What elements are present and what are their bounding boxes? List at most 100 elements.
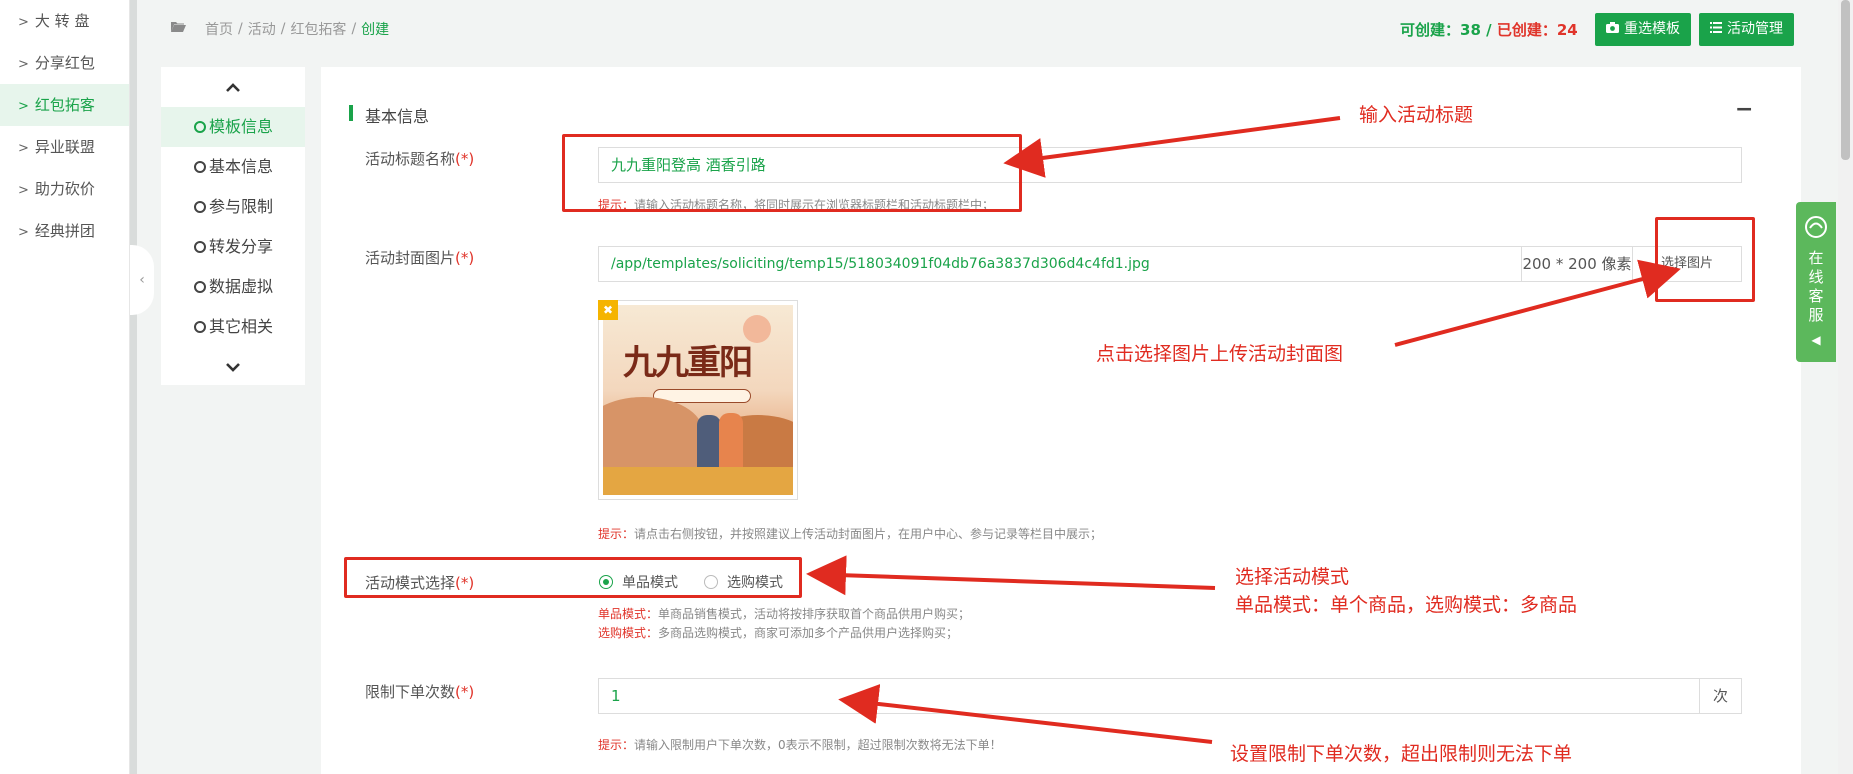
cover-image: 九九重阳 [603, 305, 793, 495]
cover-figure [719, 413, 743, 471]
cover-path-input[interactable]: /app/templates/soliciting/temp15/5180340… [598, 246, 1522, 282]
headset-icon [1796, 216, 1836, 243]
annotation-cover: 点击选择图片上传活动封面图 [1096, 343, 1344, 365]
annotation-mode-line1: 选择活动模式 [1235, 566, 1350, 588]
sidebar-item-label: 大 转 盘 [34, 12, 90, 30]
remove-image-icon[interactable]: ✖ [598, 300, 618, 320]
sidebar-item-bargain[interactable]: > 助力砍价 [0, 168, 129, 210]
sidebar-item-label: 异业联盟 [34, 138, 95, 156]
created-count: 24 [1556, 21, 1578, 39]
chevron-right-icon: > [18, 99, 29, 114]
scrollbar-thumb[interactable] [1841, 0, 1850, 160]
cover-ground [603, 467, 793, 495]
circle-icon [194, 121, 206, 133]
step-label: 转发分享 [209, 237, 274, 256]
breadcrumb-home[interactable]: 首页 [205, 19, 233, 39]
section-accent-bar [349, 105, 353, 121]
sidebar-edge [130, 0, 137, 774]
breadcrumb-activity[interactable]: 活动 [248, 19, 276, 39]
hint-key: 提示： [598, 527, 635, 541]
breadcrumb: 首页 / 活动 / 红包拓客 / 创建 [171, 19, 389, 39]
hint-key: 单品模式： [598, 607, 659, 621]
breadcrumb-separator: / [351, 21, 357, 37]
sidebar-item-lucky-wheel[interactable]: > 大 转 盘 [0, 0, 129, 42]
can-create-count: 38 [1460, 21, 1481, 39]
sidebar-item-alliance[interactable]: > 异业联盟 [0, 126, 129, 168]
annotation-limit: 设置限制下单次数，超出限制则无法下单 [1230, 743, 1573, 765]
order-limit-input[interactable]: 1 [598, 678, 1732, 714]
step-template-info[interactable]: 模板信息 [161, 107, 305, 147]
step-label: 基本信息 [209, 157, 274, 176]
folder-icon [171, 21, 186, 37]
order-limit-unit: 次 [1699, 678, 1742, 714]
hint-key: 提示： [598, 738, 635, 752]
collapse-service-icon[interactable]: ◀ [1796, 333, 1836, 347]
cover-hint: 提示：请点击右侧按钮，并按照建议上传活动封面图片，在用户中心、参与记录等栏目中展… [598, 525, 1102, 542]
circle-icon [194, 321, 206, 333]
circle-icon [194, 201, 206, 213]
section-title: 基本信息 [365, 107, 430, 126]
step-label: 数据虚拟 [209, 277, 274, 296]
form-panel: 基本信息 − 活动标题名称(*) 九九重阳登高 酒香引路 提示：请输入活动标题名… [321, 67, 1801, 774]
sidebar-item-group-buy[interactable]: > 经典拼团 [0, 210, 129, 252]
chevron-right-icon: > [18, 225, 29, 240]
circle-icon [194, 161, 206, 173]
circle-icon [194, 281, 206, 293]
required-mark: (*) [455, 249, 475, 267]
sidebar-item-label: 红包拓客 [34, 96, 95, 114]
limit-hint: 提示：请输入限制用户下单次数，0表示不限制，超过限制次数将无法下单！ [598, 736, 1002, 753]
top-bar: 首页 / 活动 / 红包拓客 / 创建 可创建：38 / 已创建：24 重选模板… [138, 0, 1838, 60]
annotation-title: 输入活动标题 [1359, 104, 1474, 126]
cover-field-label: 活动封面图片(*) [365, 247, 474, 268]
online-service-label: 在线客服 [1808, 249, 1824, 324]
step-navigator: 模板信息 基本信息 参与限制 转发分享 数据虚拟 其它相关 [161, 67, 305, 385]
reselect-template-button[interactable]: 重选模板 [1595, 13, 1691, 46]
sidebar-item-share-redpacket[interactable]: > 分享红包 [0, 42, 129, 84]
page-scrollbar[interactable] [1838, 0, 1853, 774]
required-mark: (*) [455, 150, 475, 168]
title-field-label: 活动标题名称(*) [365, 148, 474, 169]
chevron-right-icon: > [18, 183, 29, 198]
can-create-label: 可创建： [1400, 21, 1461, 39]
activity-manage-label: 活动管理 [1727, 21, 1783, 37]
step-basic-info[interactable]: 基本信息 [161, 147, 305, 187]
sidebar-item-label: 分享红包 [34, 54, 95, 72]
breadcrumb-redpacket[interactable]: 红包拓客 [290, 19, 346, 39]
circle-icon [194, 241, 206, 253]
breadcrumb-separator: / [280, 21, 286, 37]
annotation-mode-line2: 单品模式：单个商品，选购模式：多商品 [1235, 594, 1578, 616]
list-icon [1710, 13, 1722, 46]
quota-counts: 可创建：38 / 已创建：24 [1400, 19, 1578, 40]
mode-single-hint: 单品模式：单商品销售模式，活动将按排序获取首个商品供用户购买； [598, 605, 970, 622]
step-label: 模板信息 [209, 117, 274, 136]
chevron-right-icon: > [18, 57, 29, 72]
sidebar-item-label: 助力砍价 [34, 180, 95, 198]
cover-title: 九九重阳 [623, 343, 753, 383]
step-label: 其它相关 [209, 317, 274, 336]
step-label: 参与限制 [209, 197, 274, 216]
step-forward-share[interactable]: 转发分享 [161, 227, 305, 267]
online-service-widget[interactable]: 在线客服 ◀ [1796, 202, 1836, 362]
breadcrumb-current: 创建 [361, 22, 390, 38]
label-text: 限制下单次数 [365, 683, 456, 701]
annotation-box-title [562, 134, 1022, 212]
chevron-down-icon[interactable] [161, 347, 305, 387]
created-label: 已创建： [1496, 21, 1557, 39]
step-virtual-data[interactable]: 数据虚拟 [161, 267, 305, 307]
sidebar-item-redpacket-acquire[interactable]: > 红包拓客 [0, 84, 129, 126]
chevron-right-icon: > [18, 141, 29, 156]
sidebar-collapse-toggle[interactable]: ‹ [130, 245, 154, 315]
label-text: 活动标题名称 [365, 150, 456, 168]
step-participation-limits[interactable]: 参与限制 [161, 187, 305, 227]
cover-preview: 九九重阳 [598, 300, 798, 500]
step-other[interactable]: 其它相关 [161, 307, 305, 347]
chevron-up-icon[interactable] [161, 67, 305, 107]
limit-field-label: 限制下单次数(*) [365, 681, 474, 702]
activity-manage-button[interactable]: 活动管理 [1699, 13, 1794, 46]
required-mark: (*) [455, 683, 475, 701]
reselect-template-label: 重选模板 [1624, 21, 1680, 37]
collapse-section-button[interactable]: − [1735, 97, 1753, 122]
hint-key: 选购模式： [598, 626, 659, 640]
camera-icon [1606, 13, 1619, 46]
hint-text: 多商品选购模式，商家可添加多个产品供用户选择购买； [658, 626, 959, 640]
